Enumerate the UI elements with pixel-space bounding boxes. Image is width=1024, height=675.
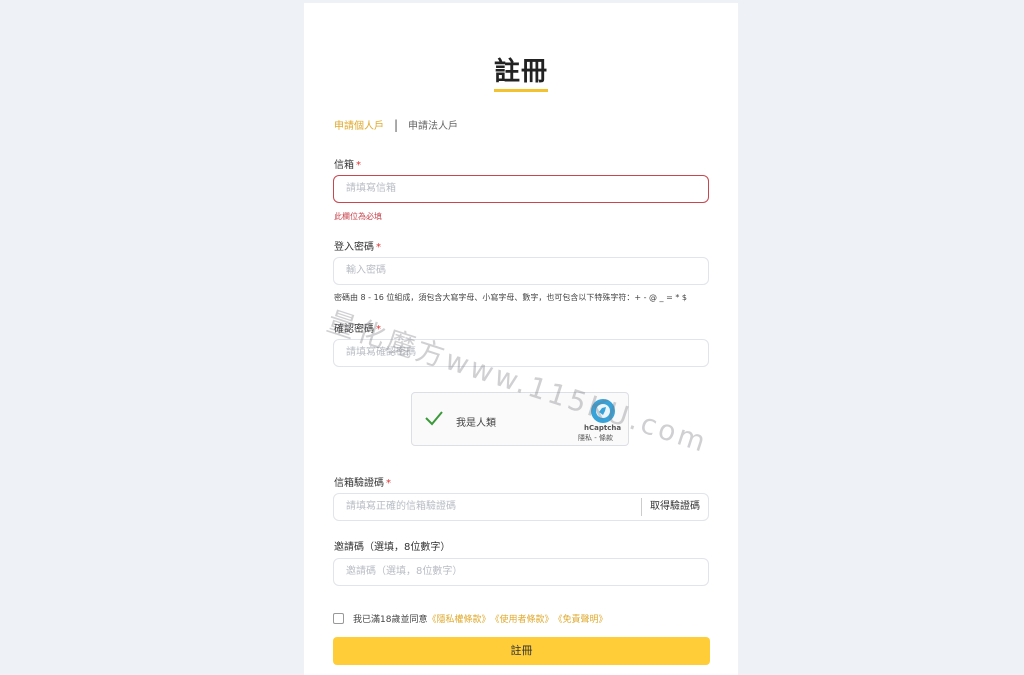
checkmark-icon[interactable] — [424, 408, 444, 428]
required-mark: * — [386, 478, 391, 489]
page-title: 註冊 — [493, 57, 548, 87]
get-code-button[interactable]: 取得驗證碼 — [641, 498, 708, 516]
hcaptcha-widget[interactable]: 我是人類 hCaptcha 隱私 - 條款 — [411, 392, 629, 446]
tab-corporate[interactable]: 申請法人戶 — [408, 117, 458, 132]
captcha-links[interactable]: 隱私 - 條款 — [578, 433, 613, 443]
confirm-password-label: 確認密碼 * — [334, 320, 381, 335]
captcha-label: 我是人類 — [456, 418, 496, 429]
email-code-input[interactable]: 請填寫正確的信箱驗證碼 取得驗證碼 — [333, 493, 709, 521]
email-error: 此欄位為必填 — [334, 212, 382, 221]
required-mark: * — [356, 160, 361, 171]
invite-input[interactable]: 邀請碼（選填，8位數字） — [333, 558, 709, 586]
hcaptcha-logo-icon — [591, 399, 615, 423]
agreement-text: 我已滿18歲並同意 — [353, 615, 428, 625]
agreement-row: 我已滿18歲並同意 《隱私權條款》 《使用者條款》 《免責聲明》 — [333, 612, 608, 625]
title-underline — [494, 89, 548, 92]
tab-separator: | — [394, 117, 399, 132]
password-input[interactable]: 輸入密碼 — [333, 257, 709, 285]
email-input[interactable]: 請填寫信箱 — [333, 175, 709, 203]
email-code-label: 信箱驗證碼 * — [334, 474, 391, 489]
confirm-password-input[interactable]: 請填寫確認密碼 — [333, 339, 709, 367]
email-label: 信箱 * — [334, 156, 361, 171]
agreement-checkbox[interactable] — [333, 613, 344, 624]
required-mark: * — [376, 324, 381, 335]
submit-button[interactable]: 註冊 — [333, 637, 710, 665]
account-type-tabs: 申請個人戶 | 申請法人戶 — [334, 117, 458, 133]
password-label: 登入密碼 * — [334, 238, 381, 253]
email-code-placeholder: 請填寫正確的信箱驗證碼 — [346, 501, 456, 512]
terms-link[interactable]: 《使用者條款》 — [490, 612, 553, 625]
required-mark: * — [376, 242, 381, 253]
captcha-brand: hCaptcha — [584, 424, 622, 432]
password-label-text: 登入密碼 — [334, 242, 374, 253]
invite-label: 邀請碼（選填，8位數字） — [334, 542, 451, 553]
confirm-password-label-text: 確認密碼 — [334, 324, 374, 335]
register-card: 註冊 申請個人戶 | 申請法人戶 信箱 * 請填寫信箱 此欄位為必填 登入密碼 * … — [304, 3, 738, 675]
disclaimer-link[interactable]: 《免責聲明》 — [553, 612, 607, 625]
privacy-link[interactable]: 《隱私權條款》 — [427, 612, 490, 625]
email-code-label-text: 信箱驗證碼 — [334, 478, 384, 489]
password-hint: 密碼由 8 - 16 位組成，須包含大寫字母、小寫字母、數字，也可包含以下特殊字… — [334, 293, 687, 302]
email-label-text: 信箱 — [334, 160, 354, 171]
tab-individual[interactable]: 申請個人戶 — [334, 117, 384, 132]
